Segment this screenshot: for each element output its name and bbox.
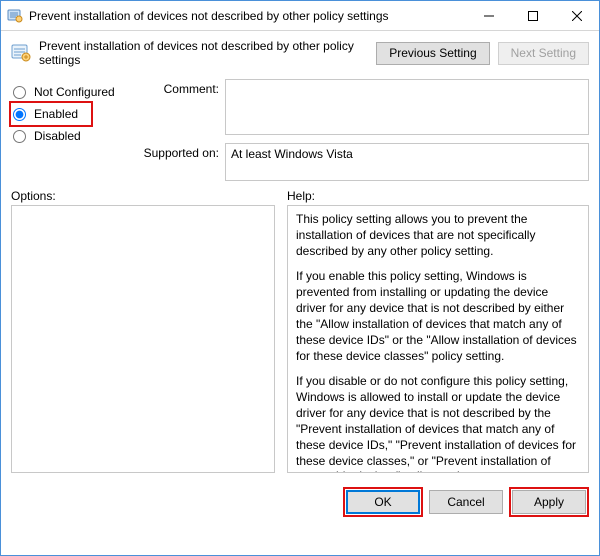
supported-on-box: [225, 143, 589, 181]
policy-app-icon: [7, 8, 23, 24]
radio-enabled-label: Enabled: [34, 107, 78, 121]
footer: OK Cancel Apply: [1, 473, 599, 529]
cancel-button[interactable]: Cancel: [429, 490, 503, 514]
help-label: Help:: [287, 189, 589, 203]
help-pane[interactable]: This policy setting allows you to preven…: [287, 205, 589, 473]
help-paragraph: If you disable or do not configure this …: [296, 374, 580, 473]
next-setting-button: Next Setting: [498, 42, 589, 65]
titlebar: Prevent installation of devices not desc…: [1, 1, 599, 31]
radio-not-configured-input[interactable]: [13, 86, 26, 99]
radio-not-configured[interactable]: Not Configured: [11, 81, 129, 103]
comment-label: Comment:: [139, 79, 225, 96]
state-radios: Not Configured Enabled Disabled: [11, 79, 129, 181]
radio-enabled[interactable]: Enabled: [11, 103, 91, 125]
minimize-button[interactable]: [467, 1, 511, 31]
policy-title: Prevent installation of devices not desc…: [39, 39, 368, 67]
ok-button[interactable]: OK: [346, 490, 420, 514]
window-title: Prevent installation of devices not desc…: [29, 9, 467, 23]
radio-disabled-label: Disabled: [34, 129, 81, 143]
policy-icon: [11, 43, 31, 63]
options-label: Options:: [11, 189, 275, 203]
help-paragraph: If you enable this policy setting, Windo…: [296, 269, 580, 364]
options-pane[interactable]: [11, 205, 275, 473]
maximize-button[interactable]: [511, 1, 555, 31]
radio-not-configured-label: Not Configured: [34, 85, 115, 99]
config-area: Not Configured Enabled Disabled Comment:…: [1, 73, 599, 183]
policy-header: Prevent installation of devices not desc…: [1, 31, 599, 73]
radio-enabled-input[interactable]: [13, 108, 26, 121]
supported-label: Supported on:: [139, 143, 225, 160]
radio-disabled[interactable]: Disabled: [11, 125, 129, 147]
fields-grid: Comment: Supported on:: [139, 79, 589, 181]
help-paragraph: This policy setting allows you to preven…: [296, 212, 580, 259]
radio-disabled-input[interactable]: [13, 130, 26, 143]
apply-button[interactable]: Apply: [512, 490, 586, 514]
comment-input[interactable]: [225, 79, 589, 135]
panes: This policy setting allows you to preven…: [1, 205, 599, 473]
previous-setting-button[interactable]: Previous Setting: [376, 42, 489, 65]
mid-labels: Options: Help:: [1, 183, 599, 205]
close-button[interactable]: [555, 1, 599, 31]
